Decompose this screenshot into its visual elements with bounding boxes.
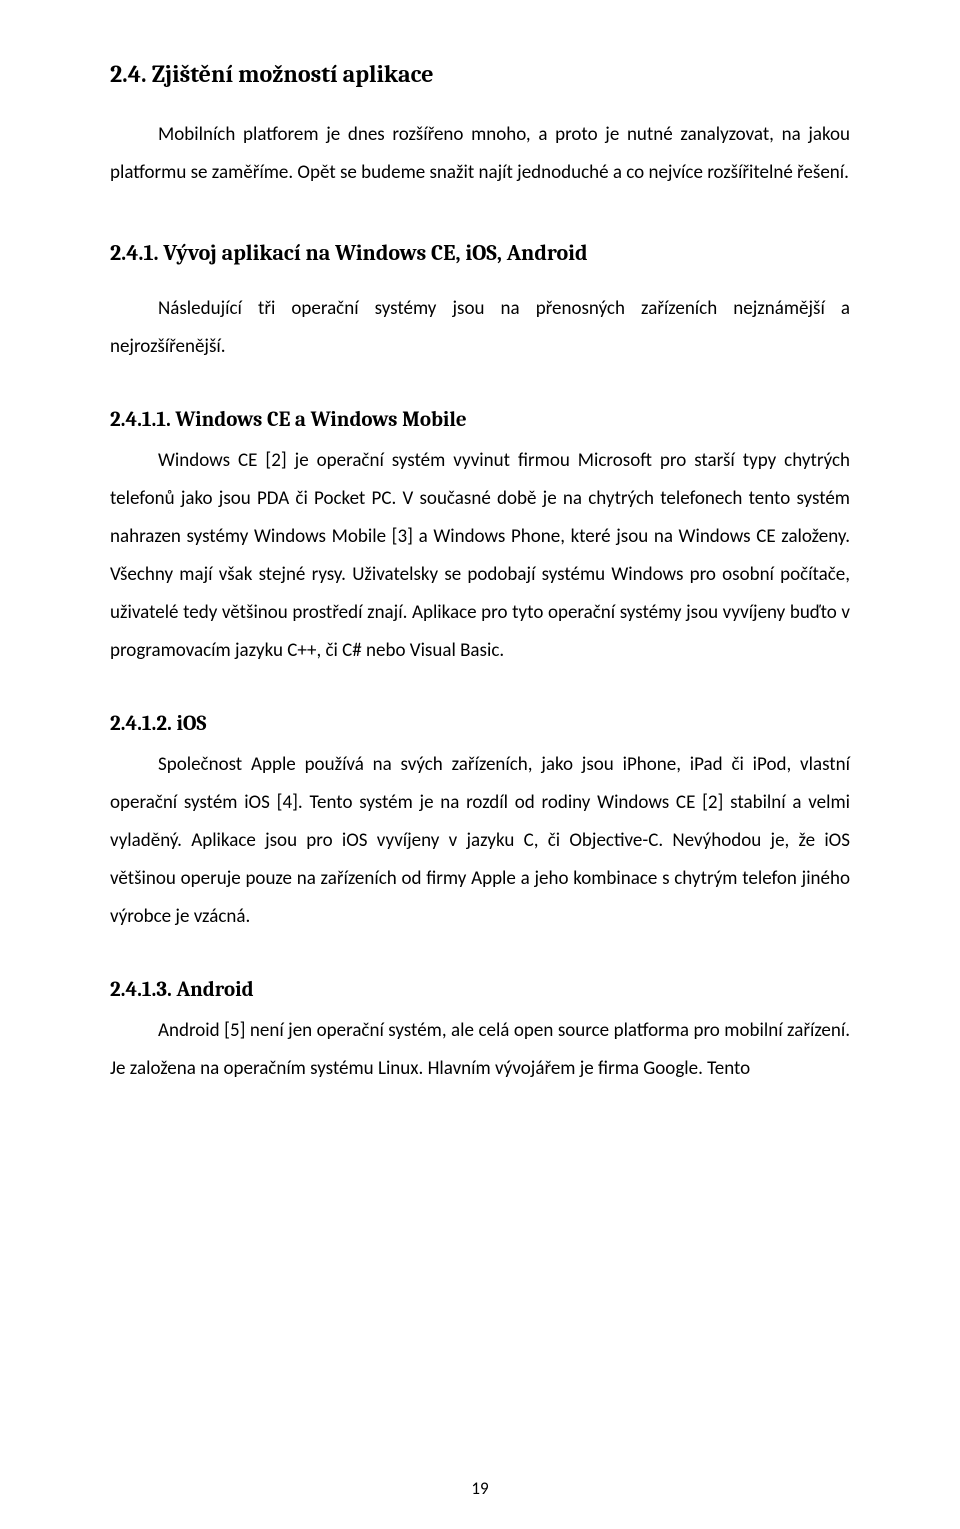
paragraph: Následující tři operační systémy jsou na… xyxy=(110,290,850,366)
paragraph: Společnost Apple používá na svých zaříze… xyxy=(110,746,850,936)
paragraph: Mobilních platforem je dnes rozšířeno mn… xyxy=(110,116,850,192)
heading-2-4-1-1: 2.4.1.1. Windows CE a Windows Mobile xyxy=(110,408,850,432)
document-page: 2.4. Zjištění možností aplikace Mobilníc… xyxy=(0,0,960,1529)
heading-2-4-1-3: 2.4.1.3. Android xyxy=(110,978,850,1002)
heading-2-4-1: 2.4.1. Vývoj aplikací na Windows CE, iOS… xyxy=(110,240,850,266)
paragraph: Windows CE [2] je operační systém vyvinu… xyxy=(110,442,850,670)
heading-2-4: 2.4. Zjištění možností aplikace xyxy=(110,60,850,88)
heading-2-4-1-2: 2.4.1.2. iOS xyxy=(110,712,850,736)
paragraph: Android [5] není jen operační systém, al… xyxy=(110,1012,850,1088)
page-number: 19 xyxy=(0,1478,960,1499)
